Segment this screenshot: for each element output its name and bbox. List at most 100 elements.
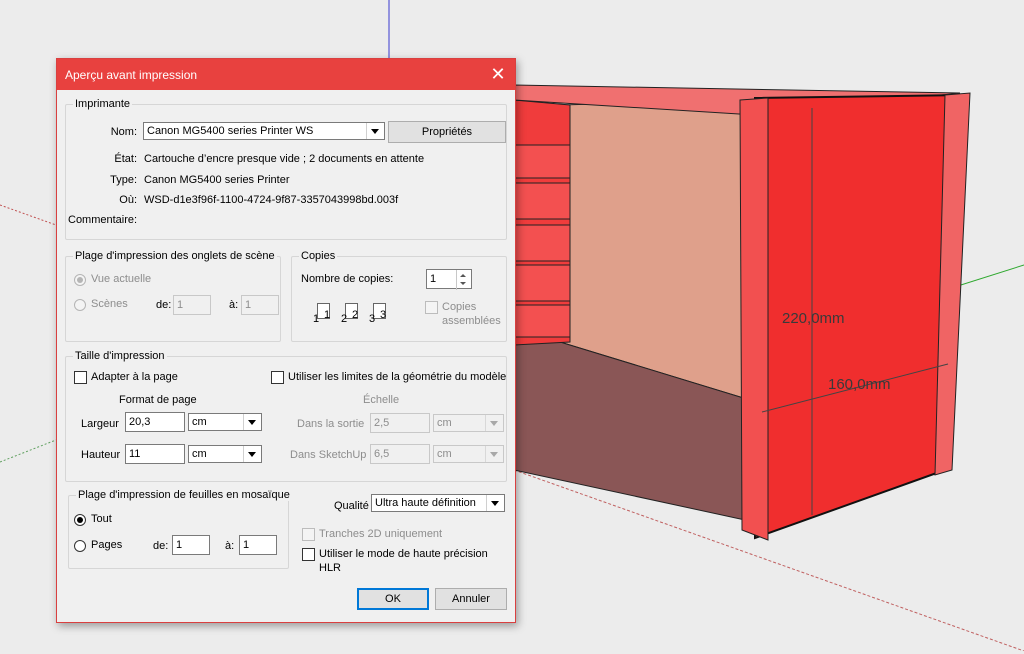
scene-to-input[interactable]: 1 (241, 295, 279, 315)
print-preview-dialog: Aperçu avant impression ✕ Imprimante Nom… (56, 58, 516, 623)
height-value: 11 (129, 448, 141, 460)
collate-num: 3 (380, 309, 387, 321)
tiled-to-label: à: (225, 540, 235, 552)
chevron-down-icon (243, 414, 261, 430)
in-output-label: Dans la sortie (297, 418, 365, 430)
width-input[interactable]: 20,3 (125, 412, 185, 432)
tiled-to-value: 1 (243, 539, 250, 551)
collate-num: 1 (313, 313, 320, 325)
model-extents-checkbox[interactable] (271, 371, 284, 384)
fit-page-label: Adapter à la page (91, 371, 178, 383)
hlr-checkbox[interactable] (302, 548, 315, 561)
copies-count-value: 1 (430, 273, 437, 285)
printer-name-label: Nom: (110, 126, 137, 138)
page-format-label: Format de page (119, 394, 197, 406)
scene-from-value: 1 (177, 299, 184, 311)
properties-button[interactable]: Propriétés (388, 121, 506, 143)
only-2d-label: Tranches 2D uniquement (319, 528, 443, 540)
tiled-range-legend: Plage d'impression de feuilles en mosaïq… (76, 489, 292, 501)
hlr-label-2: HLR (319, 562, 342, 574)
in-sketchup-label: Dans SketchUp (290, 449, 367, 461)
in-sketchup-unit-value: cm (437, 448, 452, 460)
current-view-label: Vue actuelle (91, 273, 152, 285)
ok-button[interactable]: OK (357, 588, 429, 610)
chevron-down-icon (486, 495, 504, 511)
chevron-down-icon (243, 446, 261, 462)
printer-where-value: WSD-d1e3f96f-1100-4724-9f87-3357043998bd… (144, 194, 399, 206)
spin-arrows-icon[interactable] (456, 270, 471, 290)
width-value: 20,3 (129, 416, 151, 428)
height-unit-value: cm (192, 448, 207, 460)
close-icon[interactable]: ✕ (481, 59, 515, 90)
cancel-button[interactable]: Annuler (435, 588, 507, 610)
height-unit-select[interactable]: cm (188, 445, 262, 463)
tiled-all-radio[interactable] (74, 514, 86, 526)
chevron-down-icon (485, 446, 503, 462)
collate-label-2: assemblées (442, 315, 501, 327)
only-2d-checkbox[interactable] (302, 528, 315, 541)
collate-num: 2 (341, 313, 348, 325)
printer-comment-label: Commentaire: (68, 214, 138, 226)
tiled-from-value: 1 (176, 539, 183, 551)
printer-legend: Imprimante (73, 98, 133, 110)
scene-from-input[interactable]: 1 (173, 295, 211, 315)
current-view-radio[interactable] (74, 274, 86, 286)
width-unit-value: cm (192, 416, 207, 428)
in-output-value: 2,5 (374, 417, 390, 429)
in-output-unit-select[interactable]: cm (433, 414, 504, 432)
dimension-depth-label: 160,0mm (828, 376, 891, 393)
collate-num: 1 (324, 309, 331, 321)
tiled-from-input[interactable]: 1 (172, 535, 210, 555)
scenes-radio[interactable] (74, 299, 86, 311)
printer-type-label: Type: (110, 174, 137, 186)
quality-select[interactable]: Ultra haute définition (371, 494, 505, 512)
copies-count-label: Nombre de copies: (301, 273, 394, 285)
dimension-height-label: 220,0mm (782, 310, 845, 327)
scale-label: Échelle (363, 394, 400, 406)
in-sketchup-unit-select[interactable]: cm (433, 445, 504, 463)
scene-from-label: de: (156, 299, 172, 311)
tiled-to-input[interactable]: 1 (239, 535, 277, 555)
scene-to-label: à: (229, 299, 239, 311)
left-slats (513, 144, 571, 338)
tiled-pages-radio[interactable] (74, 540, 86, 552)
copies-legend: Copies (299, 250, 338, 262)
collate-checkbox[interactable] (425, 301, 438, 314)
collate-num: 3 (369, 313, 376, 325)
printer-type-value: Canon MG5400 series Printer (144, 174, 290, 186)
printer-name-select[interactable]: Canon MG5400 series Printer WS (143, 122, 385, 140)
printer-state-value: Cartouche d’encre presque vide ; 2 docum… (144, 153, 425, 165)
hlr-label-1: Utiliser le mode de haute précision (319, 548, 488, 560)
tiled-all-label: Tout (91, 513, 112, 525)
printer-state-label: État: (114, 153, 137, 165)
printer-name-value: Canon MG5400 series Printer WS (147, 125, 314, 137)
dialog-title: Aperçu avant impression (65, 68, 198, 82)
scene-to-value: 1 (245, 299, 252, 311)
quality-label: Qualité (334, 500, 369, 512)
height-input[interactable]: 11 (125, 444, 185, 464)
in-output-input[interactable]: 2,5 (370, 413, 430, 433)
width-unit-select[interactable]: cm (188, 413, 262, 431)
copies-count-stepper[interactable]: 1 (426, 269, 472, 290)
scene-range-legend: Plage d'impression des onglets de scène (73, 250, 277, 262)
chevron-down-icon (366, 123, 384, 139)
chevron-down-icon (485, 415, 503, 431)
in-sketchup-value: 6,5 (374, 448, 390, 460)
tiled-from-label: de: (153, 540, 169, 552)
quality-value: Ultra haute définition (375, 497, 476, 509)
scenes-label: Scènes (91, 298, 128, 310)
height-label: Hauteur (81, 449, 121, 461)
tiled-pages-label: Pages (91, 539, 123, 551)
tiled-range-group: Plage d'impression de feuilles en mosaïq… (68, 489, 292, 569)
model-extents-label: Utiliser les limites de la géométrie du … (288, 371, 506, 383)
fit-page-checkbox[interactable] (74, 371, 87, 384)
collate-pages-icon: 1 1 2 2 3 3 (311, 301, 401, 329)
print-size-legend: Taille d'impression (73, 350, 167, 362)
title-bar[interactable]: Aperçu avant impression ✕ (57, 59, 515, 90)
copies-group: Copies (291, 250, 507, 342)
front-edge (739, 97, 769, 541)
in-output-unit-value: cm (437, 417, 452, 429)
in-sketchup-input[interactable]: 6,5 (370, 444, 430, 464)
collate-label-1: Copies (442, 301, 477, 313)
collate-num: 2 (352, 309, 359, 321)
